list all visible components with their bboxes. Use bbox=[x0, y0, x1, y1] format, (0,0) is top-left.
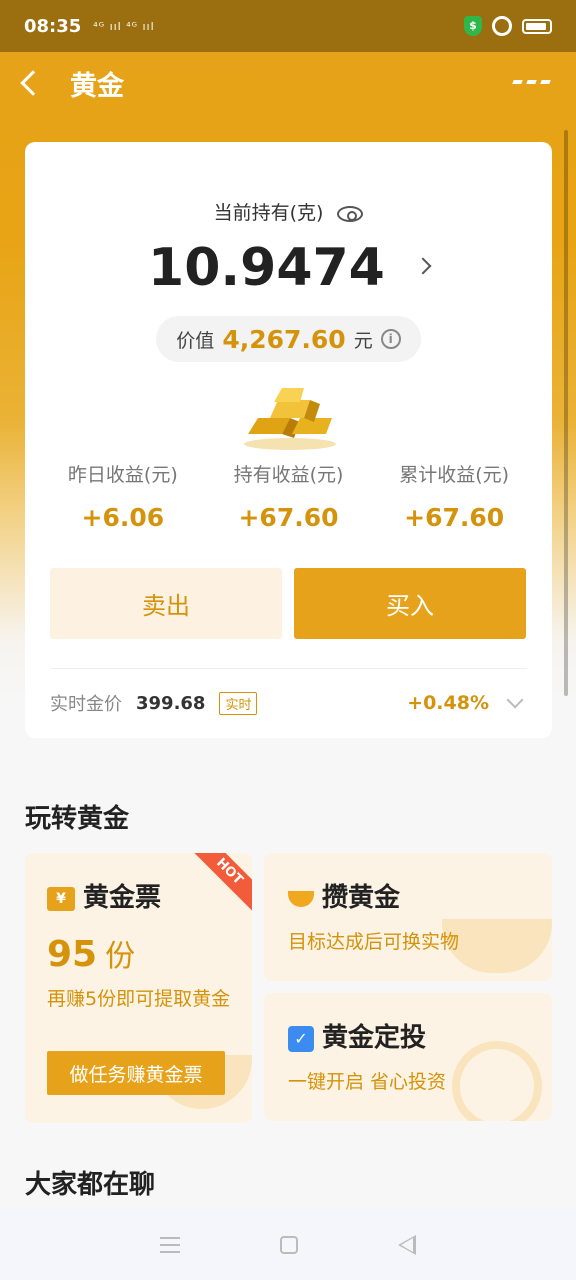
holding-value-row[interactable]: 10.9474 bbox=[25, 238, 552, 298]
ticket-count: 95 份 bbox=[47, 931, 135, 975]
stat-label: 累计收益(元) bbox=[399, 464, 510, 486]
buy-button[interactable]: 买入 bbox=[294, 568, 526, 639]
worth-label: 价值 bbox=[176, 329, 215, 352]
hot-badge: HOT bbox=[189, 853, 252, 912]
realtime-badge: 实时 bbox=[219, 691, 258, 715]
section-title-chat: 大家都在聊 bbox=[25, 1170, 156, 1200]
gold-bars-image bbox=[244, 388, 336, 450]
invest-desc: 一键开启 省心投资 bbox=[288, 1071, 447, 1093]
price-label: 实时金价 bbox=[50, 694, 122, 715]
alarm-icon bbox=[492, 16, 512, 36]
save-desc: 目标达成后可换实物 bbox=[288, 931, 460, 953]
eye-icon[interactable] bbox=[337, 205, 364, 222]
ticket-count-unit: 份 bbox=[105, 939, 136, 974]
security-shield-icon: $ bbox=[464, 16, 482, 36]
holding-label: 当前持有(克) bbox=[213, 202, 324, 224]
chevron-down-icon[interactable] bbox=[506, 691, 524, 709]
save-title-row: 攒黄金 bbox=[288, 877, 400, 914]
home-icon[interactable] bbox=[280, 1235, 298, 1254]
worth-amount: 4,267.60 bbox=[222, 324, 346, 354]
ticket-icon: ¥ bbox=[47, 886, 75, 911]
status-icons: $ bbox=[464, 16, 552, 36]
status-bar: 08:35 ⁴ᴳ ııl ⁴ᴳ ııl $ bbox=[0, 0, 576, 52]
gold-page: 08:35 ⁴ᴳ ııl ⁴ᴳ ııl $ 黄金 当前持有(克) 10.9474… bbox=[0, 0, 576, 1280]
earn-ticket-button[interactable]: 做任务赚黄金票 bbox=[47, 1051, 225, 1095]
page-title: 黄金 bbox=[70, 70, 124, 102]
calendar-check-icon: ✓ bbox=[288, 1025, 314, 1052]
back-icon[interactable] bbox=[0, 52, 60, 114]
price-change: +0.48% bbox=[407, 692, 489, 714]
stat-total: 累计收益(元) +67.60 bbox=[371, 460, 537, 532]
decorative-clock-image bbox=[452, 1041, 542, 1121]
holding-label-row: 当前持有(克) bbox=[25, 198, 552, 225]
sell-button[interactable]: 卖出 bbox=[50, 568, 282, 639]
stat-value: +6.06 bbox=[81, 503, 165, 532]
divider bbox=[50, 668, 527, 669]
more-icon[interactable] bbox=[512, 80, 551, 84]
chevron-right-icon bbox=[414, 257, 432, 275]
battery-icon bbox=[522, 18, 552, 34]
stat-value: +67.60 bbox=[238, 503, 339, 532]
ingot-icon bbox=[288, 890, 314, 907]
ticket-title: 黄金票 bbox=[83, 883, 162, 913]
invest-title-row: ✓ 黄金定投 bbox=[288, 1017, 426, 1054]
holding-card: 当前持有(克) 10.9474 价值 4,267.60 元 i 昨日收益(元) … bbox=[25, 142, 552, 738]
scrollbar[interactable] bbox=[564, 130, 568, 696]
stat-label: 持有收益(元) bbox=[233, 464, 344, 486]
price-value: 399.68 bbox=[136, 692, 206, 714]
stats-row: 昨日收益(元) +6.06 持有收益(元) +67.60 累计收益(元) +67… bbox=[40, 460, 537, 532]
stat-value: +67.60 bbox=[404, 503, 505, 532]
holding-value: 10.9474 bbox=[148, 238, 385, 298]
value-pill: 价值 4,267.60 元 i bbox=[156, 316, 421, 362]
stat-holding: 持有收益(元) +67.60 bbox=[206, 460, 372, 532]
system-nav-bar bbox=[0, 1209, 576, 1280]
save-title: 攒黄金 bbox=[322, 883, 401, 913]
nav-bar: 黄金 bbox=[0, 52, 576, 114]
system-back-icon[interactable] bbox=[398, 1234, 416, 1255]
status-time: 08:35 bbox=[24, 15, 82, 37]
stat-yesterday: 昨日收益(元) +6.06 bbox=[40, 460, 206, 532]
gold-ticket-card[interactable]: ¥ 黄金票 HOT 95 份 再赚5份即可提取黄金 做任务赚黄金票 bbox=[25, 853, 252, 1123]
worth-unit: 元 bbox=[353, 329, 373, 352]
ticket-title-row: ¥ 黄金票 bbox=[47, 877, 161, 914]
menu-icon[interactable] bbox=[160, 1236, 180, 1253]
invest-title: 黄金定投 bbox=[322, 1023, 427, 1053]
info-icon[interactable]: i bbox=[380, 329, 401, 349]
gold-price-row[interactable]: 实时金价 399.68 实时 +0.48% bbox=[50, 690, 527, 716]
ticket-desc: 再赚5份即可提取黄金 bbox=[47, 988, 231, 1010]
network-indicator: ⁴ᴳ ııl ⁴ᴳ ııl bbox=[93, 19, 155, 33]
stat-label: 昨日收益(元) bbox=[67, 464, 178, 486]
section-title-play: 玩转黄金 bbox=[25, 804, 130, 834]
ticket-count-number: 95 bbox=[47, 934, 98, 975]
save-gold-card[interactable]: 攒黄金 目标达成后可换实物 bbox=[264, 853, 552, 981]
gold-invest-card[interactable]: ✓ 黄金定投 一键开启 省心投资 bbox=[264, 993, 552, 1121]
